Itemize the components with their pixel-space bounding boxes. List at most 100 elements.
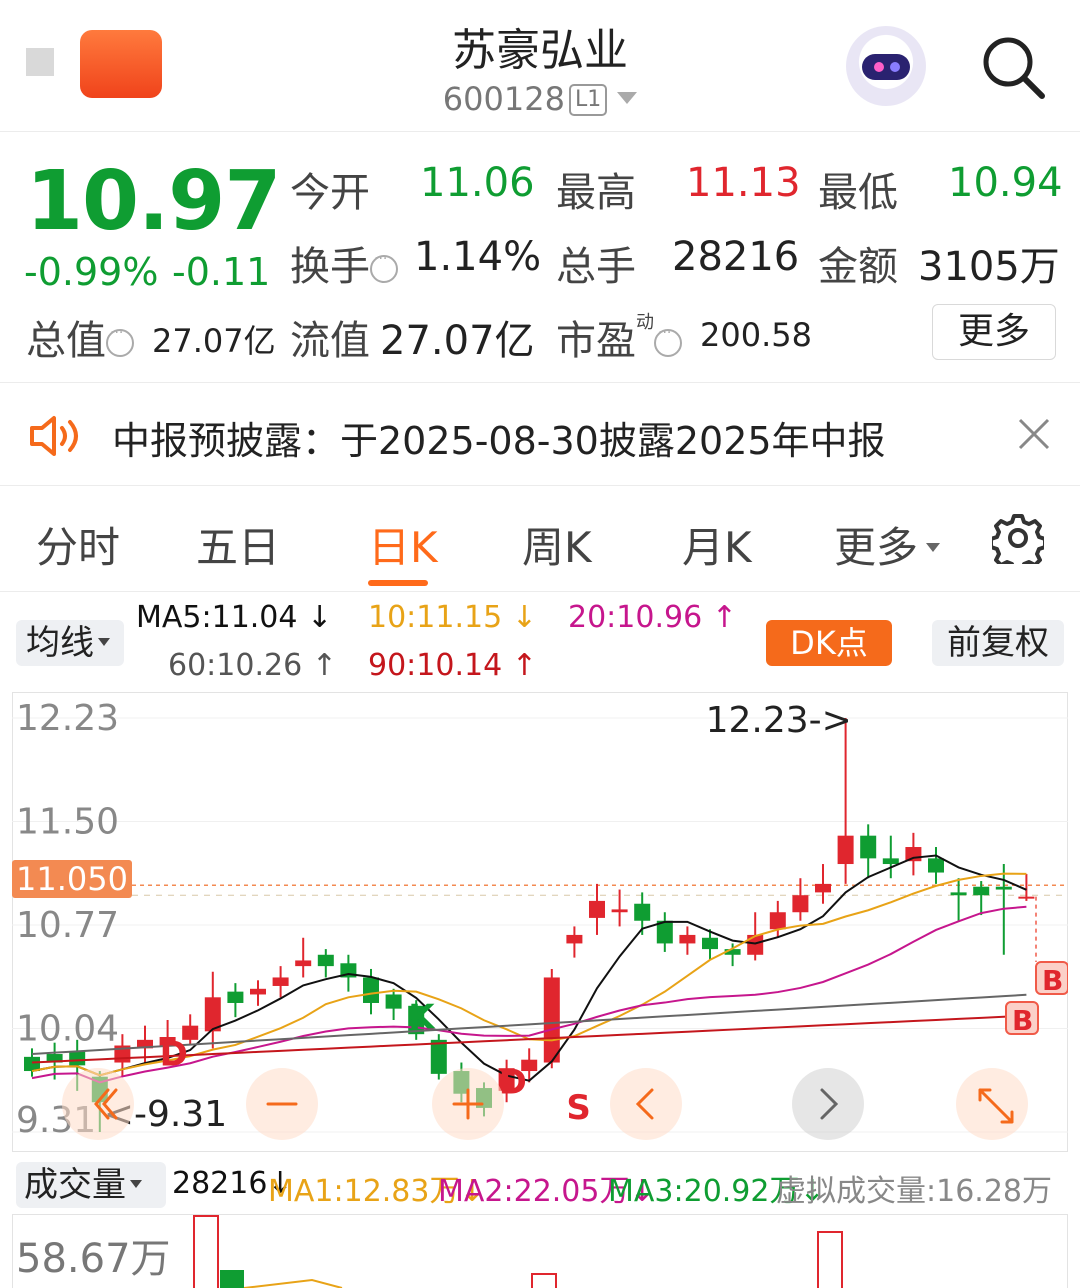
max-price-marker: 12.23-> [706, 700, 852, 741]
candle-up [747, 934, 764, 955]
signal-label: D [160, 1034, 188, 1074]
mktcap-label[interactable]: 总值 [26, 308, 134, 366]
volume-bar-up [817, 1231, 843, 1288]
buy-badge-label: B [1012, 1004, 1033, 1037]
y-tick-label: 10.77 [16, 905, 119, 946]
candle-up [679, 934, 696, 944]
tab-intraday[interactable]: 分时 [36, 514, 120, 575]
candle-up [250, 988, 266, 995]
volume-bar-up [193, 1215, 219, 1288]
low-label: 最低 [818, 170, 898, 216]
candle-down [69, 1051, 86, 1066]
low-value: 10.94 [948, 160, 1063, 206]
stock-code: 600128 [442, 80, 565, 118]
y-tick-label: 11.50 [16, 802, 119, 843]
quote-panel: 10.97 -0.99% -0.11 总值 27.07亿 今开 11.06 最高… [0, 132, 1080, 382]
open-value: 11.06 [420, 160, 535, 206]
tab-daily-k[interactable]: 日K [368, 514, 438, 575]
volume-bar-up [531, 1273, 557, 1288]
speaker-icon [30, 416, 78, 456]
current-price-tag: 11.050 [12, 860, 132, 898]
candle-down [317, 954, 334, 967]
candle-down [995, 886, 1012, 890]
y-tick-label: 12.23 [16, 698, 119, 739]
candle-up [272, 977, 289, 986]
adjust-price-button[interactable]: 前复权 [932, 620, 1064, 666]
info-icon[interactable] [106, 325, 134, 357]
volume-bar-down [220, 1270, 244, 1288]
ma90-readout: 90:10.14 ↑ [368, 648, 537, 683]
info-icon[interactable] [370, 251, 398, 283]
top-bar: 苏豪弘业 600128 L1 [0, 0, 1080, 132]
candle-down [973, 886, 990, 896]
candle-down [227, 991, 244, 1003]
rewind-control [62, 1068, 134, 1140]
info-icon[interactable] [654, 325, 682, 357]
vol-ma1-line [243, 1278, 343, 1288]
chevron-down-icon [926, 543, 941, 552]
next-control [792, 1068, 864, 1140]
candle-down [860, 835, 877, 859]
search-icon[interactable] [980, 34, 1046, 100]
candlestick-chart[interactable]: 12.2311.5010.7710.049.3112.23-><-9.31DKD… [12, 692, 1068, 1152]
chevron-down-icon [130, 1180, 142, 1188]
turnover-label[interactable]: 换手 [290, 234, 398, 292]
notice-bar[interactable]: 中报预披露：于2025-08-30披露2025年中报 [0, 384, 1080, 486]
ma5-readout: MA5:11.04 ↓ [136, 600, 333, 635]
buy-badge-label: B [1042, 964, 1063, 997]
more-button[interactable]: 更多 [932, 304, 1056, 360]
candle-down [634, 903, 651, 921]
dk-point-button[interactable]: DK点 [766, 620, 892, 666]
candle-down [950, 892, 967, 896]
volume-value: 28216 [672, 234, 800, 280]
amount-label: 金额 [818, 244, 898, 290]
dropdown-icon[interactable] [617, 92, 638, 104]
indicator-select[interactable]: 均线 [16, 620, 124, 666]
candle-down [882, 858, 899, 865]
pe-label[interactable]: 市盈动 [556, 308, 682, 366]
tab-monthly-k[interactable]: 月K [682, 514, 752, 575]
candle-up [295, 960, 312, 967]
high-value: 11.13 [686, 160, 801, 206]
candle-up [1018, 896, 1035, 899]
volume-axis-max: 58.67万 [16, 1236, 171, 1282]
period-tabs: 分时 五日 日K 周K 月K 更多 [0, 488, 1080, 592]
signal-label: K [408, 998, 436, 1038]
candle-down [363, 977, 379, 1003]
mktcap-value: 27.07亿 [152, 322, 276, 360]
candle-down [928, 858, 944, 873]
candle-up [837, 835, 854, 865]
tab-weekly-k[interactable]: 周K [522, 514, 592, 575]
candle-up [566, 934, 583, 944]
tab-more[interactable]: 更多 [834, 514, 941, 575]
candle-down [430, 1039, 447, 1074]
candle-up [589, 900, 605, 918]
candle-down [24, 1056, 40, 1072]
level-badge: L1 [568, 84, 608, 116]
candle-up [792, 895, 809, 913]
open-label: 今开 [290, 170, 370, 216]
float-label: 流值 [290, 318, 370, 364]
candle-down [385, 994, 402, 1009]
ma20-readout: 20:10.96 ↑ [568, 600, 737, 635]
candle-up [815, 883, 831, 893]
assistant-robot-icon[interactable] [846, 26, 926, 106]
notice-text: 中报预披露：于2025-08-30披露2025年中报 [112, 419, 886, 463]
ma60-readout: 60:10.26 ↑ [168, 648, 337, 683]
tab-five-day[interactable]: 五日 [196, 514, 280, 575]
turnover-value: 1.14% [414, 234, 542, 280]
candle-up [611, 909, 628, 913]
virtual-volume: 虚拟成交量:16.28万 [776, 1174, 1052, 1209]
last-price: 10.97 [26, 154, 281, 249]
ma10-readout: 10:11.15 ↓ [368, 600, 537, 635]
prev-control [610, 1068, 682, 1140]
candle-down [702, 937, 718, 950]
chart-border [12, 692, 1068, 1152]
change-percent: -0.99% [24, 250, 159, 294]
close-icon[interactable] [1014, 414, 1054, 454]
volume-label: 总手 [556, 244, 636, 290]
pe-dynamic-mark: 动 [636, 312, 654, 333]
settings-gear-icon[interactable] [992, 512, 1044, 564]
volume-indicator-select[interactable]: 成交量 [16, 1162, 166, 1208]
candle-up [769, 912, 786, 930]
